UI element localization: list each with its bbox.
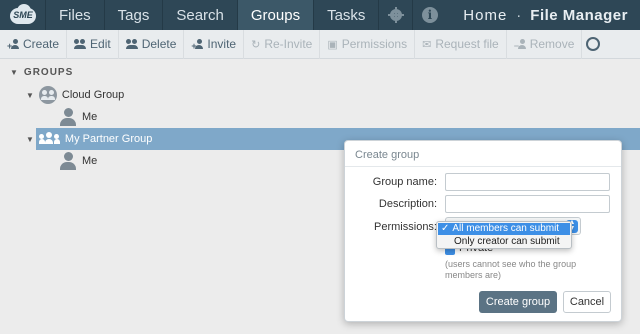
group-name-label: Group name: (372, 176, 437, 188)
tab-groups[interactable]: Groups (236, 0, 314, 30)
checkmark-icon: ✓ (441, 223, 450, 234)
add-user-icon: + (7, 39, 19, 51)
request-file-button-label: Request file (435, 37, 499, 51)
edit-button[interactable]: Edit (67, 29, 119, 59)
tree-group-label: My Partner Group (64, 133, 153, 145)
tree-group-my-partner-group[interactable]: ▼ My Partner Group (26, 128, 152, 150)
tree-member-label: Me (82, 111, 98, 123)
user-icon (60, 152, 76, 170)
settings-button[interactable] (378, 0, 412, 30)
top-nav-bar: SME Files Tags Search Groups Tasks i Hom… (0, 0, 640, 30)
create-button-label: Create (23, 37, 60, 51)
app-title: File Manager (530, 6, 628, 24)
home-link[interactable]: Home (463, 7, 507, 24)
cancel-button[interactable]: Cancel (563, 291, 611, 313)
dialog-title: Create group (355, 149, 420, 161)
invite-button-label: Invite (207, 37, 237, 51)
users-icon (74, 39, 87, 49)
permissions-label: Permissions: (374, 221, 437, 233)
gear-icon (387, 7, 404, 23)
remove-button[interactable]: − Remove (507, 29, 583, 59)
create-button[interactable]: + Create (0, 29, 68, 59)
lock-icon: ▣ (327, 38, 338, 51)
permissions-button[interactable]: ▣ Permissions (320, 29, 416, 59)
caret-down-icon: ▼ (10, 68, 19, 77)
tree-group-label: Cloud Group (61, 89, 125, 101)
dialog-divider (345, 166, 621, 167)
permissions-dropdown-menu: ✓ All members can submit Only creator can… (436, 221, 572, 249)
private-hint: (users cannot see who the group members … (445, 259, 577, 280)
invite-button[interactable]: + Invite (184, 29, 245, 59)
create-group-button[interactable]: Create group (479, 291, 557, 313)
edit-button-label: Edit (90, 37, 111, 51)
users-icon (38, 132, 61, 146)
tab-search[interactable]: Search (162, 0, 237, 30)
delete-button-label: Delete (141, 37, 177, 51)
remove-user-icon: − (514, 39, 526, 51)
caret-down-icon[interactable]: ▼ (26, 135, 34, 144)
tab-files[interactable]: Files (45, 0, 104, 30)
tab-tasks[interactable]: Tasks (313, 0, 378, 30)
logo-text: SME (13, 10, 33, 20)
dropdown-option-label: Only creator can submit (454, 236, 560, 247)
breadcrumb: Home · File Manager (463, 0, 640, 30)
tree-member-label: Me (82, 155, 98, 167)
share-icon[interactable] (586, 37, 601, 51)
caret-down-icon[interactable]: ▼ (26, 91, 34, 100)
logo[interactable]: SME (0, 0, 45, 30)
request-file-button[interactable]: ✉ Request file (415, 29, 507, 59)
info-icon: i (421, 7, 438, 23)
dropdown-option-label: All members can submit (452, 223, 560, 234)
info-button[interactable]: i (412, 0, 446, 30)
toolbar: + Create Edit Delete + Invite ↻ Re-Invit… (0, 29, 640, 59)
permissions-button-label: Permissions (341, 37, 408, 51)
breadcrumb-separator: · (516, 6, 522, 24)
envelope-icon: ✉ (422, 38, 432, 51)
tree-member-row[interactable]: Me (60, 150, 97, 172)
re-invite-button-label: Re-Invite (264, 37, 313, 51)
tree-group-cloud-group[interactable]: ▼ Cloud Group (26, 84, 124, 106)
refresh-icon: ↻ (251, 38, 261, 51)
re-invite-button[interactable]: ↻ Re-Invite (244, 29, 321, 59)
groups-header-label: GROUPS (23, 67, 74, 78)
tab-tags[interactable]: Tags (103, 0, 163, 30)
description-label: Description: (378, 198, 437, 210)
description-input[interactable] (445, 195, 610, 213)
remove-button-label: Remove (529, 37, 575, 51)
dropdown-option-only-creator[interactable]: Only creator can submit (438, 236, 570, 248)
delete-button[interactable]: Delete (119, 29, 185, 59)
users-icon (125, 39, 138, 49)
groups-header[interactable]: ▼ GROUPS (10, 67, 73, 78)
add-user-icon: + (191, 39, 204, 51)
dropdown-option-all-members[interactable]: ✓ All members can submit (438, 223, 570, 235)
group-name-input[interactable] (445, 173, 610, 191)
group-icon (38, 86, 57, 104)
tree-member-row[interactable]: Me (60, 106, 97, 128)
user-icon (60, 108, 76, 126)
